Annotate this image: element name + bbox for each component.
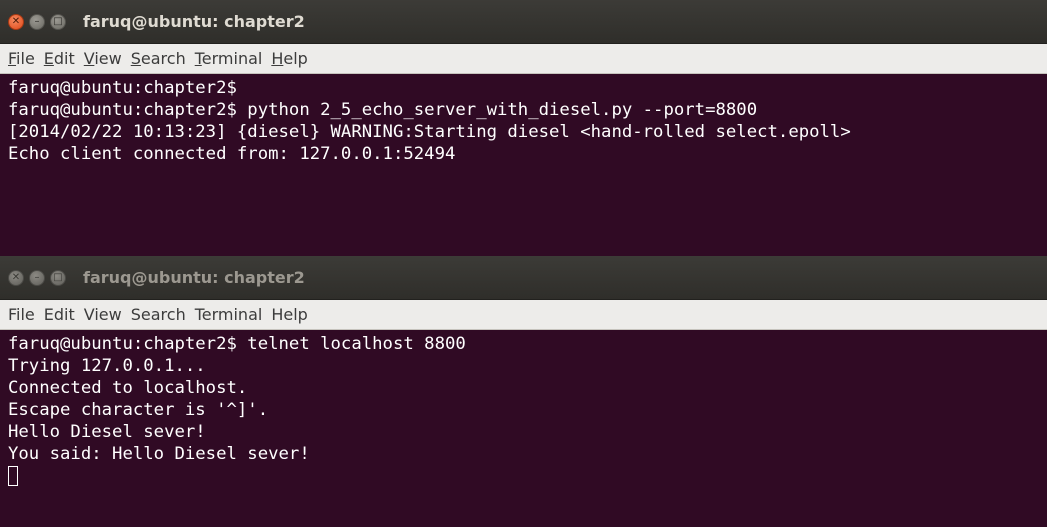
menu-bar: File Edit View Search Terminal Help [0,44,1047,74]
maximize-icon[interactable]: □ [50,13,66,30]
menu-edit[interactable]: Edit [44,49,75,68]
maximize-icon[interactable]: □ [50,269,66,286]
menu-view[interactable]: View [84,49,122,68]
minimize-icon[interactable]: – [29,269,45,286]
menu-file[interactable]: File [8,49,35,68]
terminal-line: You said: Hello Diesel sever! [8,444,310,464]
menu-terminal[interactable]: Terminal [195,49,263,68]
terminal-line: Hello Diesel sever! [8,422,206,442]
menu-bar: File Edit View Search Terminal Help [0,300,1047,330]
menu-terminal[interactable]: Terminal [195,305,263,324]
window-title: faruq@ubuntu: chapter2 [83,268,305,287]
menu-search[interactable]: Search [131,305,186,324]
menu-file[interactable]: File [8,305,35,324]
terminal-line: faruq@ubuntu:chapter2$ python 2_5_echo_s… [8,100,758,120]
terminal-line: Trying 127.0.0.1... [8,356,206,376]
menu-help[interactable]: Help [271,49,307,68]
window-title: faruq@ubuntu: chapter2 [83,12,305,31]
terminal-line: Connected to localhost. [8,378,248,398]
close-icon[interactable]: ✕ [8,13,24,30]
titlebar[interactable]: ✕ – □ faruq@ubuntu: chapter2 [0,256,1047,300]
menu-search[interactable]: Search [131,49,186,68]
text-cursor [8,466,18,486]
menu-view[interactable]: View [84,305,122,324]
menu-help[interactable]: Help [271,305,307,324]
minimize-icon[interactable]: – [29,13,45,30]
terminal-line: Escape character is '^]'. [8,400,269,420]
terminal-line [8,465,1047,487]
menu-edit[interactable]: Edit [44,305,75,324]
terminal-line: [2014/02/22 10:13:23] {diesel} WARNING:S… [8,122,851,142]
terminal-line: faruq@ubuntu:chapter2$ telnet localhost … [8,334,466,354]
terminal-line: Echo client connected from: 127.0.0.1:52… [8,144,456,164]
terminal-window-top[interactable]: ✕ – □ faruq@ubuntu: chapter2 File Edit V… [0,0,1047,256]
close-icon[interactable]: ✕ [8,269,24,286]
titlebar[interactable]: ✕ – □ faruq@ubuntu: chapter2 [0,0,1047,44]
terminal-window-bottom[interactable]: ✕ – □ faruq@ubuntu: chapter2 File Edit V… [0,256,1047,527]
terminal-line: faruq@ubuntu:chapter2$ [8,78,237,98]
terminal-screen[interactable]: faruq@ubuntu:chapter2$ telnet localhost … [0,330,1047,527]
terminal-screen[interactable]: faruq@ubuntu:chapter2$ faruq@ubuntu:chapt… [0,74,1047,256]
